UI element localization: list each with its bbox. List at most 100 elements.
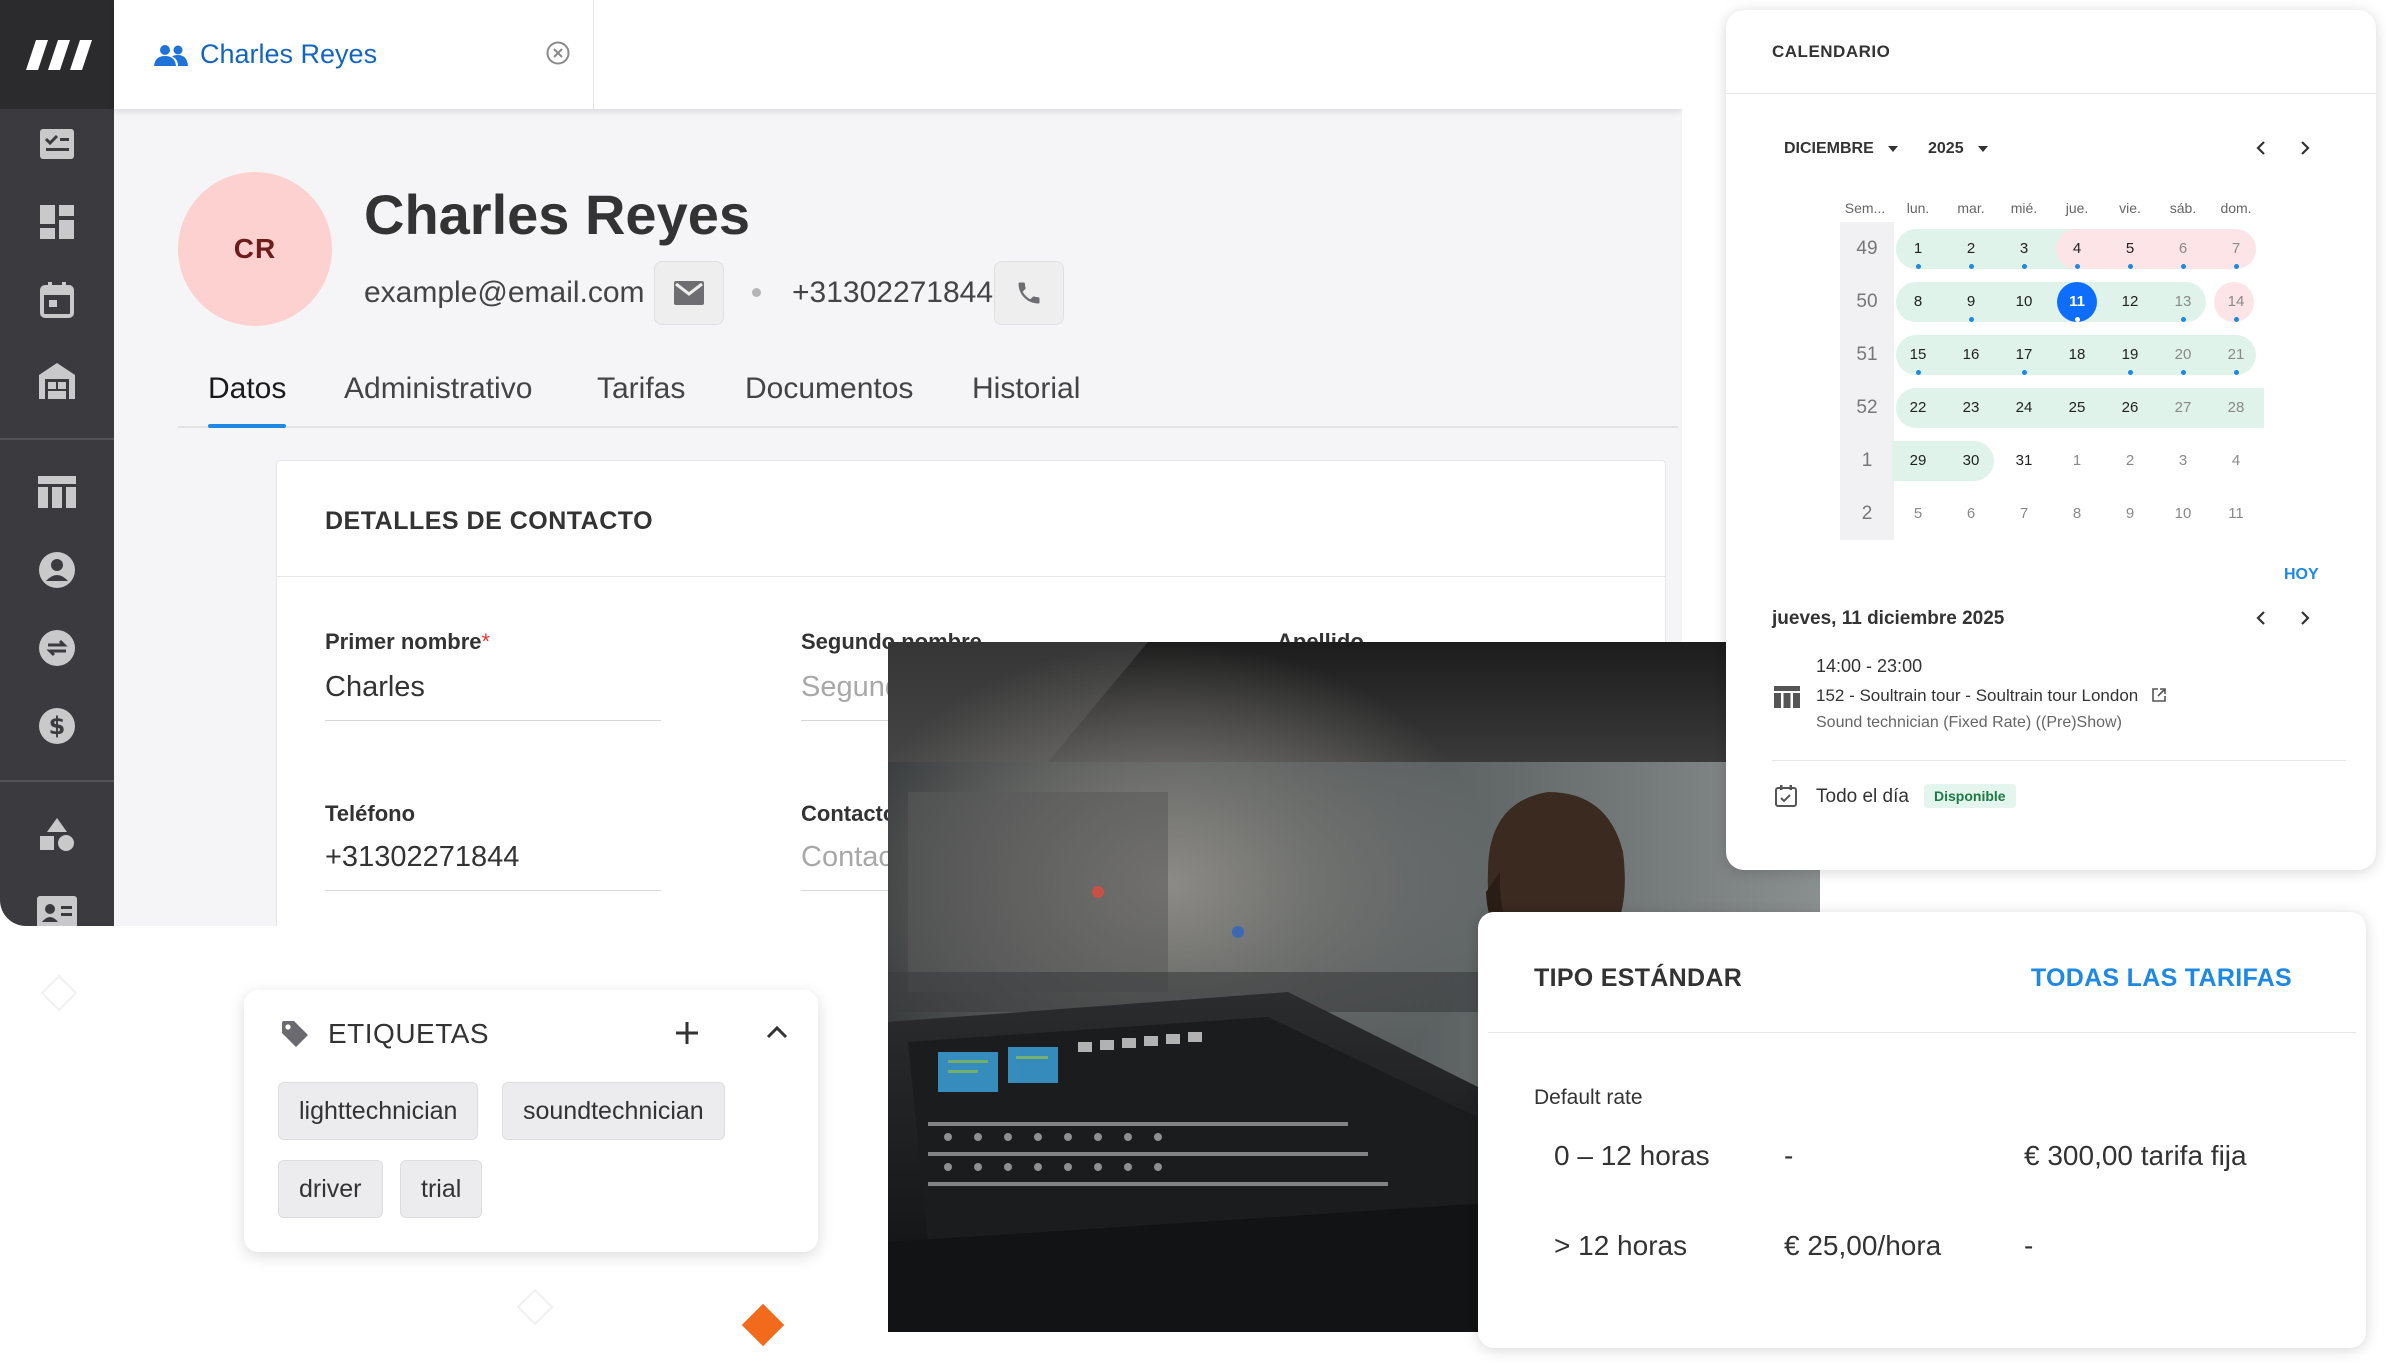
tab-datos[interactable]: Datos — [208, 372, 287, 428]
next-day-chevron-icon[interactable] — [2298, 610, 2312, 626]
tab-administrativo[interactable]: Administrativo — [344, 372, 532, 426]
rate-fixed: € 300,00 tarifa fija — [2024, 1140, 2247, 1171]
orange-diamond-icon — [741, 1303, 785, 1347]
calendar-day[interactable]: 9 — [2108, 492, 2152, 536]
email-text: example@email.com — [364, 276, 645, 309]
call-button[interactable] — [994, 261, 1064, 325]
prev-month-chevron-icon[interactable] — [2254, 140, 2268, 156]
tab-charles-reyes[interactable]: Charles Reyes — [114, 0, 594, 109]
available-range — [1896, 282, 2206, 322]
mail-icon — [674, 281, 704, 305]
week-number: 52 — [1856, 397, 1878, 418]
event-dot — [2234, 264, 2239, 269]
weekday-header: mar. — [1957, 200, 1985, 216]
rate-range: 0 – 12 horas — [1554, 1140, 1710, 1171]
all-rates-link[interactable]: TODAS LAS TARIFAS — [2031, 964, 2292, 993]
calendar-day[interactable]: 31 — [2002, 439, 2046, 483]
separator-dot — [752, 288, 761, 297]
calendar-day[interactable]: 11 — [2214, 492, 2258, 536]
calendar-card: CALENDARIO DICIEMBRE 2025 Sem... lun. ma… — [1726, 10, 2376, 870]
calendar-day[interactable]: 8 — [2055, 492, 2099, 536]
calendar-check-icon — [1774, 784, 1798, 808]
phone-text: +31302271844 — [792, 276, 994, 309]
week-number: 1 — [1861, 450, 1873, 471]
calendar-day[interactable]: 30 — [1949, 439, 1993, 483]
calendar-day[interactable]: 12 — [2108, 280, 2152, 324]
avatar: CR — [178, 172, 332, 326]
brand-logo[interactable] — [0, 0, 114, 109]
finance-icon[interactable]: $ — [0, 696, 114, 756]
calendar-day[interactable]: 23 — [1949, 386, 1993, 430]
sidebar-divider — [0, 438, 114, 440]
phone-label: Teléfono — [325, 801, 416, 826]
sync-icon[interactable] — [0, 618, 114, 678]
rate-card: TIPO ESTÁNDAR TODAS LAS TARIFAS Default … — [1478, 912, 2366, 1348]
calendar-icon[interactable] — [0, 270, 114, 330]
calendar-day-today[interactable]: 11 — [2057, 282, 2097, 322]
first-name-field[interactable]: Charles — [325, 671, 661, 721]
calendar-day[interactable]: 18 — [2055, 333, 2099, 377]
selected-date: jueves, 11 diciembre 2025 — [1772, 608, 2005, 629]
projects-table-icon[interactable] — [0, 462, 114, 522]
calendar-day[interactable]: 24 — [2002, 386, 2046, 430]
calendar-day[interactable]: 29 — [1896, 439, 1940, 483]
calendar-day[interactable]: 22 — [1896, 386, 1940, 430]
external-link-icon[interactable] — [2151, 687, 2167, 703]
next-month-chevron-icon[interactable] — [2298, 140, 2312, 156]
calendar-day[interactable]: 5 — [1896, 492, 1940, 536]
calendar-day[interactable]: 26 — [2108, 386, 2152, 430]
tag-chip[interactable]: lighttechnician — [278, 1082, 479, 1140]
weekday-header: sáb. — [2169, 200, 2197, 216]
rate-type-title: TIPO ESTÁNDAR — [1534, 964, 1743, 992]
calendar-day[interactable]: 25 — [2055, 386, 2099, 430]
tag-chip[interactable]: soundtechnician — [502, 1082, 725, 1140]
tab-historial[interactable]: Historial — [972, 372, 1080, 426]
calendar-day[interactable]: 6 — [1949, 492, 1993, 536]
event-dot — [2181, 370, 2186, 375]
calendar-day[interactable]: 7 — [2002, 492, 2046, 536]
event-title-link[interactable]: 152 - Soultrain tour - Soultrain tour Lo… — [1816, 686, 2167, 706]
calendar-day[interactable]: 28 — [2214, 386, 2258, 430]
calendar-day[interactable]: 16 — [1949, 333, 1993, 377]
week-column — [1840, 222, 1894, 540]
calendar-day[interactable]: 4 — [2214, 439, 2258, 483]
calendar-day[interactable]: 2 — [2108, 439, 2152, 483]
close-tab-icon[interactable] — [545, 40, 571, 66]
tag-chip[interactable]: driver — [278, 1160, 383, 1218]
calendar-day[interactable]: 10 — [2161, 492, 2205, 536]
calendar-day[interactable]: 27 — [2161, 386, 2205, 430]
today-button[interactable]: HOY — [2284, 566, 2319, 584]
add-tag-icon[interactable] — [674, 1020, 700, 1046]
phone-field[interactable]: +31302271844 — [325, 841, 661, 891]
dashboard-icon[interactable] — [0, 192, 114, 252]
weekday-header: jue. — [2065, 200, 2089, 216]
year-select[interactable]: 2025 — [1928, 140, 1988, 158]
tab-documentos[interactable]: Documentos — [745, 372, 913, 426]
shapes-icon[interactable] — [0, 804, 114, 864]
month-select[interactable]: DICIEMBRE — [1784, 140, 1898, 158]
tag-chip[interactable]: trial — [400, 1160, 483, 1218]
weekday-header: lun. — [1906, 200, 1930, 216]
calendar-day[interactable]: 8 — [1896, 280, 1940, 324]
contact-card-title: DETALLES DE CONTACTO — [277, 461, 1665, 577]
tasks-icon[interactable] — [0, 114, 114, 174]
weekday-header: dom. — [2220, 200, 2252, 216]
event-dot — [1916, 264, 1921, 269]
calendar-day[interactable]: 1 — [2055, 439, 2099, 483]
rate-range: > 12 horas — [1554, 1230, 1688, 1261]
event-dot — [2075, 317, 2080, 322]
warehouse-icon[interactable] — [0, 350, 114, 410]
tab-tarifas[interactable]: Tarifas — [597, 372, 685, 426]
crew-card-icon[interactable] — [0, 882, 114, 926]
event-dot — [2075, 264, 2080, 269]
event-dot — [2234, 370, 2239, 375]
user-icon[interactable] — [0, 540, 114, 600]
calendar-day[interactable]: 10 — [2002, 280, 2046, 324]
email-button[interactable] — [654, 261, 724, 325]
weekday-header: vie. — [2119, 200, 2141, 216]
calendar-day[interactable]: 3 — [2161, 439, 2205, 483]
sidebar: $ — [0, 0, 114, 926]
collapse-chevron-up-icon[interactable] — [766, 1024, 788, 1040]
prev-day-chevron-icon[interactable] — [2254, 610, 2268, 626]
decor-diamond — [40, 974, 78, 1012]
